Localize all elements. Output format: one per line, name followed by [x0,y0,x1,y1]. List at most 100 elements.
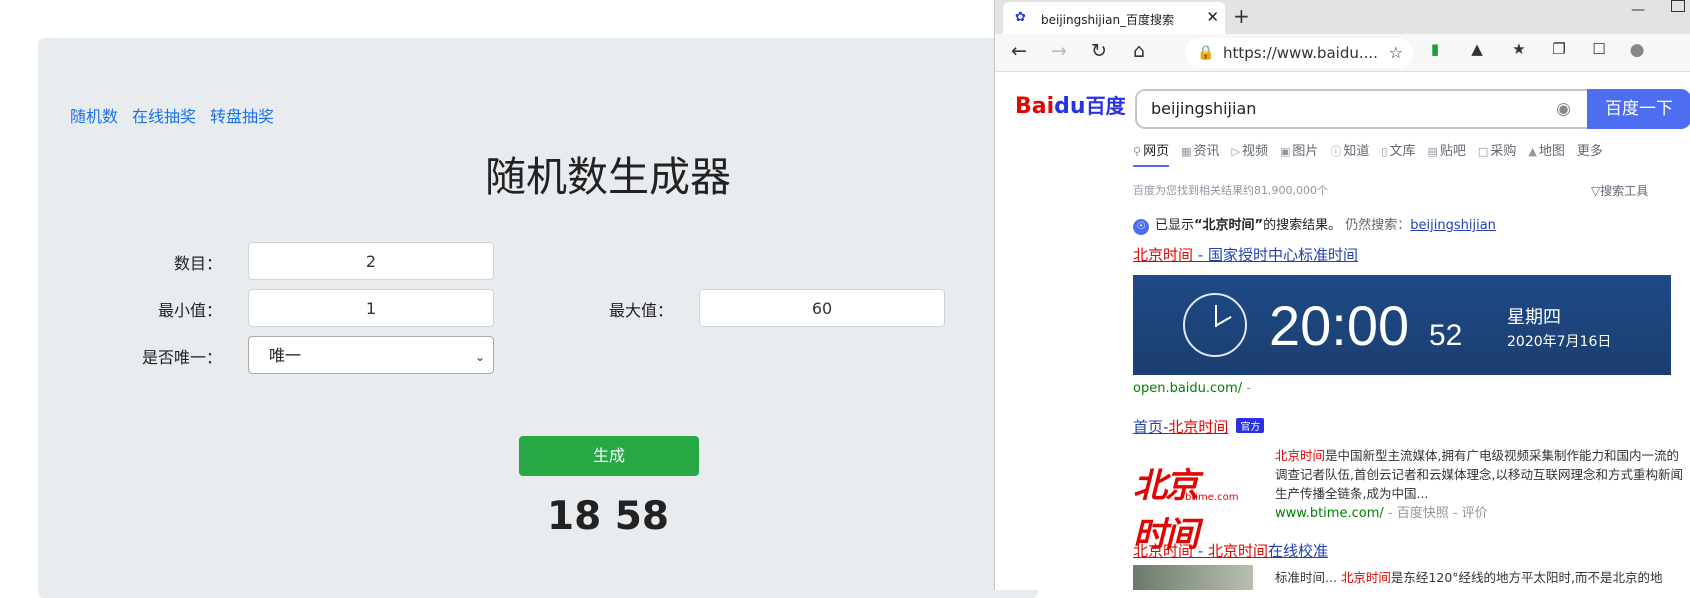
unique-select[interactable]: 唯一 ⌄ [248,336,494,374]
baidu-logo[interactable]: Baidu百度 [1015,90,1126,119]
count-input[interactable]: 2 [248,242,494,280]
search-tools-label: 搜索工具 [1600,184,1649,198]
address-bar[interactable]: 🔒 https://www.baidu.... ☆ [1185,38,1413,68]
maximize-icon[interactable] [1671,0,1685,12]
extension2-icon[interactable]: ▲ [1465,40,1489,58]
shown-suffix: 的搜索结果。 [1263,218,1342,233]
browser-window: ✿ beijingshijian_百度搜索 ✕ + — ← → ↻ ⌂ 🔒 ht… [994,0,1690,590]
still-search-link[interactable]: beijingshijian [1410,218,1496,233]
lock-icon: 🔒 [1197,45,1215,61]
tab-zhidao-label: 知道 [1343,144,1370,159]
extension-icon[interactable]: ▮ [1423,40,1447,58]
random-number-page: 随机数 在线抽奖 转盘抽奖 随机数生成器 数目： 2 最小值： 1 最大值： 6… [0,0,1038,598]
search-button[interactable]: 百度一下 [1587,89,1690,129]
result-count: 百度为您找到相关结果约81,900,000个 [1133,184,1328,197]
max-input[interactable]: 60 [699,289,945,327]
r2-title-a: 首页- [1133,418,1169,436]
collections-icon[interactable]: ❐ [1547,40,1571,58]
logo-cn: 百度 [1085,94,1126,118]
info-icon: ☉ [1133,219,1149,235]
search-tools[interactable]: ▽搜索工具 [1591,182,1648,199]
nav-link-random[interactable]: 随机数 [70,103,118,127]
result-title-2[interactable]: 首页-北京时间 官方 [1133,416,1265,437]
shown-prefix: 已显示 [1155,218,1195,233]
min-label: 最小值： [157,301,222,320]
r3-title-mid: - [1193,542,1208,560]
feedback-icon[interactable]: ☐ [1587,40,1611,58]
tab-caigou[interactable]: □ 采购 [1478,140,1516,167]
tab-news[interactable]: ▦ 资讯 [1181,140,1219,167]
result-url-2[interactable]: www.btime.com/ - 百度快照 - 评价 [1275,506,1488,521]
r1-url: open.baidu.com/ [1133,381,1243,396]
tab-wenku[interactable]: ▯ 文库 [1381,140,1415,167]
generate-button[interactable]: 生成 [519,436,699,476]
nav-link-wheel[interactable]: 转盘抽奖 [210,103,274,127]
question-icon: ⓘ [1330,145,1342,158]
unique-label: 是否唯一： [141,348,222,367]
r3-snip-a: 标准时间... [1275,570,1341,585]
tab-map-label: 地图 [1538,144,1565,159]
r2-url: www.btime.com/ [1275,506,1384,521]
tab-more[interactable]: 更多 [1577,140,1603,167]
tab-title: beijingshijian_百度搜索 [1041,13,1175,27]
filter-icon: ▽ [1591,184,1601,198]
tab-tieba-label: 贴吧 [1439,144,1466,159]
clock-date: 2020年7月16日 [1507,334,1612,350]
browser-toolbar: ← → ↻ ⌂ 🔒 https://www.baidu.... ☆ ▮ ▲ ★ … [995,34,1690,72]
btime-logo-domain: btime.com [1185,492,1239,503]
result-url-1[interactable]: open.baidu.com/ - [1133,381,1251,396]
r2-snip-red: 北京时间 [1275,448,1326,463]
forward-icon[interactable]: → [1047,40,1071,62]
refresh-icon[interactable]: ↻ [1087,40,1111,62]
image-icon: ▣ [1279,145,1291,158]
new-tab-icon[interactable]: + [1233,4,1250,28]
tab-news-label: 资讯 [1193,144,1220,159]
tab-image[interactable]: ▣ 图片 [1280,140,1318,167]
nav-link-lottery[interactable]: 在线抽奖 [132,103,196,127]
r2-snip: 是中国新型主流媒体,拥有广电级视频采集制作能力和国内一流的调查记者队伍,首创云记… [1275,448,1683,501]
tab-bar: ✿ beijingshijian_百度搜索 ✕ + — [995,0,1690,34]
chevron-down-icon: ⌄ [474,350,485,364]
baidu-favicon-icon: ✿ [1015,10,1026,25]
result-title-3[interactable]: 北京时间 - 北京时间在线校准 [1133,540,1328,561]
profile-icon[interactable]: ● [1625,40,1649,60]
result-thumbnail[interactable] [1133,565,1253,590]
close-tab-icon[interactable]: ✕ [1206,8,1219,26]
time-widget[interactable]: 20:00 52 星期四 2020年7月16日 [1133,275,1671,375]
search-tabs: ⚲ 网页 ▦ 资讯 ▷ 视频 ▣ 图片 ⓘ 知道 ▯ 文库 ▤ 贴吧 □ 采购 ▲ 地图 更多 [1133,140,1603,167]
star-icon[interactable]: ☆ [1389,38,1403,68]
search-input[interactable]: beijingshijian ◉ [1135,89,1587,129]
tab-tieba[interactable]: ▤ 贴吧 [1428,140,1466,167]
tab-map[interactable]: ▲ 地图 [1528,140,1564,167]
video-icon: ▷ [1231,145,1240,158]
unique-select-value: 唯一 [269,346,302,365]
search-icon: ⚲ [1133,145,1142,158]
favorites-icon[interactable]: ★ [1507,40,1531,58]
camera-icon[interactable]: ◉ [1556,91,1571,127]
r3-title-rest: 在线校准 [1267,542,1328,560]
result-title-1[interactable]: 北京时间 - 国家授时中心标准时间 [1133,244,1358,265]
tab-web[interactable]: ⚲ 网页 [1133,140,1170,167]
home-icon[interactable]: ⌂ [1127,40,1151,62]
tab-wenku-label: 文库 [1389,144,1416,159]
document-icon: ▯ [1381,145,1388,158]
back-icon[interactable]: ← [1007,40,1031,62]
max-label: 最大值： [608,301,673,320]
url-text: https://www.baidu.... [1223,44,1378,62]
shown-term: “北京时间” [1194,218,1264,233]
r2-title-red: 北京时间 [1168,418,1229,436]
tab-video[interactable]: ▷ 视频 [1232,140,1268,167]
count-label: 数目： [173,254,222,273]
result-snippet-2: 北京时间是中国新型主流媒体,拥有广电级视频采集制作能力和国内一流的调查记者队伍,… [1275,446,1689,523]
tab-video-label: 视频 [1241,144,1268,159]
min-input[interactable]: 1 [248,289,494,327]
shop-icon: □ [1477,145,1489,158]
tab-image-label: 图片 [1292,144,1319,159]
logo-text: Bai [1015,94,1055,119]
active-tab[interactable]: ✿ beijingshijian_百度搜索 ✕ [1003,2,1225,34]
official-badge: 官方 [1236,418,1265,433]
tab-zhidao[interactable]: ⓘ 知道 [1330,140,1369,167]
minimize-icon[interactable]: — [1631,2,1645,18]
r1-title-red: 北京时间 [1133,246,1194,264]
result-snippet-3: 标准时间... 北京时间是东经120°经线的地方平太阳时,而不是北京的地 [1275,567,1663,586]
